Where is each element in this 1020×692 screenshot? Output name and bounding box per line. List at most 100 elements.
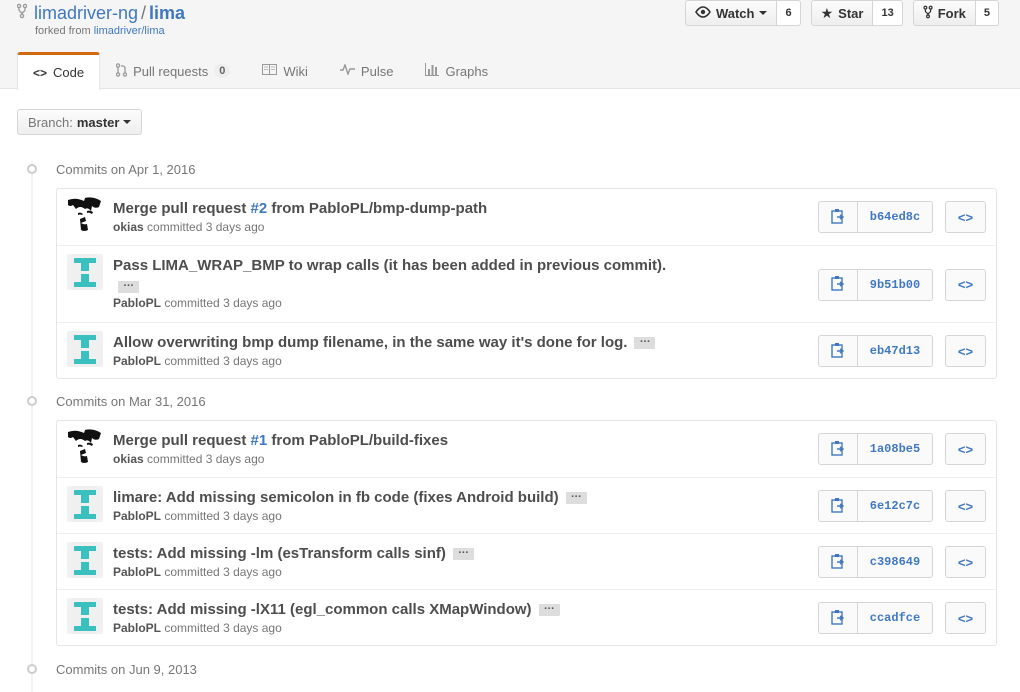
copy-sha-button[interactable] [818,546,858,578]
commit-verb: committed [147,452,203,466]
commit-author[interactable]: PabloPL [113,354,161,368]
browse-files-button[interactable]: <> [945,201,986,233]
sha-group: b64ed8c [818,201,933,233]
watch-count[interactable]: 6 [777,0,801,26]
author-avatar[interactable] [67,197,103,233]
commit-message-link[interactable]: limare: Add missing semicolon in fb code… [113,488,587,508]
repo-owner-link[interactable]: limadriver-ng [34,3,138,23]
expand-message-button[interactable]: … [118,278,139,293]
commit-author[interactable]: PabloPL [113,621,161,635]
repo-title: limadriver-ng / lima [16,2,185,25]
clipboard-icon [831,208,845,227]
copy-sha-button[interactable] [818,433,858,465]
copy-sha-button[interactable] [818,602,858,634]
commit-sha-link[interactable]: ccadfce [858,602,933,634]
tab-wiki[interactable]: Wiki [246,52,324,89]
commit-time: 3 days ago [223,621,282,635]
author-avatar[interactable] [67,254,103,290]
author-avatar[interactable] [67,542,103,578]
chevron-down-icon [123,120,132,124]
commit-message: limare: Add missing semicolon in fb code… [113,489,559,506]
star-button[interactable]: ★ Star [810,0,874,26]
commit-verb: committed [164,296,220,310]
code-icon: <> [957,209,974,225]
issue-link[interactable]: #1 [251,432,268,449]
copy-sha-button[interactable] [818,201,858,233]
commit-author[interactable]: okias [113,452,144,466]
fork-count[interactable]: 5 [975,0,999,26]
copy-sha-button[interactable] [818,490,858,522]
star-count[interactable]: 13 [873,0,903,26]
expand-message-button[interactable]: … [565,489,587,505]
commit-sha-link[interactable]: c398649 [858,546,933,578]
author-avatar[interactable] [67,429,103,465]
fork-button[interactable]: Fork [912,0,976,26]
expand-message-button[interactable]: … [538,601,560,617]
commit-sha-link[interactable]: eb47d13 [858,335,933,367]
browse-files-button[interactable]: <> [945,335,986,367]
tab-code-label: Code [53,65,85,80]
commit-group-dot [27,664,37,674]
commit-time: 3 days ago [223,354,282,368]
commit-message-link[interactable]: Allow overwriting bmp dump filename, in … [113,333,656,353]
commit-author[interactable]: PabloPL [113,296,161,310]
commit-meta: PabloPL committed 3 days ago [113,509,282,523]
eye-icon [695,5,711,21]
commit-message-link[interactable]: tests: Add missing -lX11 (egl_common cal… [113,600,560,620]
commit-verb: committed [164,565,220,579]
code-icon: <> [33,65,48,80]
commit-author[interactable]: PabloPL [113,565,161,579]
sha-group: eb47d13 [818,335,933,367]
watch-button[interactable]: Watch [684,0,778,26]
pull-requests-count: 0 [214,64,231,78]
commit-message: tests: Add missing -lX11 (egl_common cal… [113,601,532,618]
commit-author[interactable]: okias [113,220,144,234]
commit-group-date: Commits on Apr 1, 2016 [56,161,196,177]
expand-message-button[interactable]: … [452,545,474,561]
commit-message-link[interactable]: tests: Add missing -lm (esTransform call… [113,544,474,564]
commit-group-title: Commits on Jun 9, 2013 [27,660,197,678]
copy-sha-button[interactable] [818,268,858,301]
star-label: Star [838,5,864,21]
commit-sha-link[interactable]: 1a08be5 [858,433,933,465]
issue-link[interactable]: #2 [251,200,268,217]
watch-group: Watch 6 [684,0,801,26]
commit-row: Allow overwriting bmp dump filename, in … [57,322,996,378]
graph-icon [425,63,440,79]
browse-files-button[interactable]: <> [945,546,986,578]
author-avatar[interactable] [67,598,103,634]
tab-code[interactable]: <> Code [17,52,101,90]
commit-sha-link[interactable]: b64ed8c [858,201,933,233]
commit-group-date: Commits on Jun 9, 2013 [56,661,197,677]
fork-source-link[interactable]: limadriver/lima [94,25,165,37]
copy-sha-button[interactable] [818,335,858,367]
author-avatar[interactable] [67,486,103,522]
repo-actions: Watch 6 ★ Star 13 Fork 5 [684,0,999,26]
author-avatar[interactable] [67,331,103,367]
commit-sha-link[interactable]: 9b51b00 [858,268,933,301]
tab-graphs[interactable]: Graphs [409,52,504,89]
browse-files-button[interactable]: <> [945,268,986,301]
commit-message: Pass LIMA_WRAP_BMP to wrap calls (it has… [113,257,667,274]
commit-message-link[interactable]: Merge pull request #2 from PabloPL/bmp-d… [113,199,487,219]
sha-group: 1a08be5 [818,433,933,465]
commit-meta: PabloPL committed 3 days ago [113,296,282,310]
commit-meta: okias committed 3 days ago [113,452,264,466]
fork-group: Fork 5 [912,0,999,26]
tab-pulse[interactable]: Pulse [324,52,410,89]
commit-message-link[interactable]: Pass LIMA_WRAP_BMP to wrap calls (it has… [113,256,666,276]
commit-sha-link[interactable]: 6e12c7c [858,490,933,522]
tab-pull-requests[interactable]: Pull requests 0 [100,52,246,89]
commit-group-dot [27,164,37,174]
commit-author[interactable]: PabloPL [113,509,161,523]
commit-message-link[interactable]: Merge pull request #1 from PabloPL/build… [113,431,448,451]
browse-files-button[interactable]: <> [945,490,986,522]
code-icon: <> [957,554,974,570]
commit-row: tests: Add missing -lm (esTransform call… [57,533,996,589]
repo-name-link[interactable]: lima [149,3,185,23]
branch-select[interactable]: Branch: master [17,109,143,135]
browse-files-button[interactable]: <> [945,602,986,634]
browse-files-button[interactable]: <> [945,433,986,465]
commit-list: Merge pull request #2 from PabloPL/bmp-d… [56,188,997,379]
expand-message-button[interactable]: … [634,334,656,350]
